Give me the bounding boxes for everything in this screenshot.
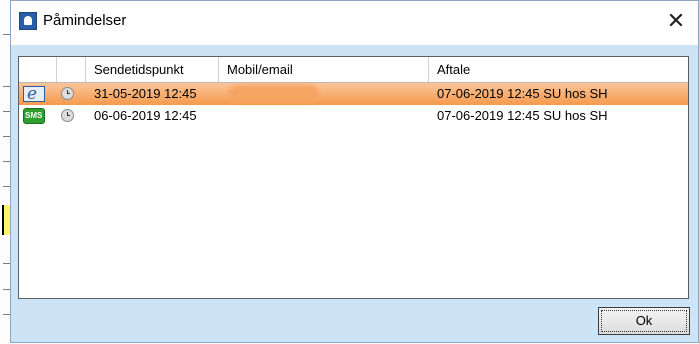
email-icon: e bbox=[23, 84, 45, 104]
sms-icon: SMS bbox=[23, 108, 45, 124]
header-mobil-email[interactable]: Mobil/email bbox=[219, 57, 429, 82]
bell-icon bbox=[19, 12, 37, 30]
redacted-contact bbox=[229, 85, 319, 103]
table-header: Sendetidspunkt Mobil/email Aftale bbox=[19, 57, 688, 83]
reminders-dialog: Påmindelser ✕ Sendetidspunkt Mobil/email… bbox=[10, 0, 699, 343]
header-sendetidspunkt[interactable]: Sendetidspunkt bbox=[86, 57, 219, 82]
reminders-table[interactable]: Sendetidspunkt Mobil/email Aftale e 31-0… bbox=[18, 56, 689, 299]
sendetidspunkt-cell: 31-05-2019 12:45 bbox=[94, 86, 197, 101]
table-row[interactable]: SMS 06-06-2019 12:45 07-06-2019 12:45 SU… bbox=[19, 105, 688, 127]
clock-icon bbox=[61, 87, 74, 100]
window-title: Påmindelser bbox=[43, 12, 127, 29]
clock-icon bbox=[61, 109, 74, 122]
header-aftale[interactable]: Aftale bbox=[429, 57, 688, 82]
close-button[interactable]: ✕ bbox=[662, 7, 690, 35]
header-status-column[interactable] bbox=[57, 57, 86, 82]
table-row[interactable]: e 31-05-2019 12:45 07-06-2019 12:45 SU h… bbox=[19, 83, 688, 105]
dialog-footer: Ok bbox=[11, 301, 698, 344]
ok-button[interactable]: Ok bbox=[598, 307, 690, 335]
aftale-cell: 07-06-2019 12:45 SU hos SH bbox=[437, 86, 608, 101]
title-bar: Påmindelser ✕ bbox=[11, 1, 698, 45]
aftale-cell: 07-06-2019 12:45 SU hos SH bbox=[437, 108, 608, 123]
header-type-column[interactable] bbox=[19, 57, 57, 82]
sendetidspunkt-cell: 06-06-2019 12:45 bbox=[94, 108, 197, 123]
